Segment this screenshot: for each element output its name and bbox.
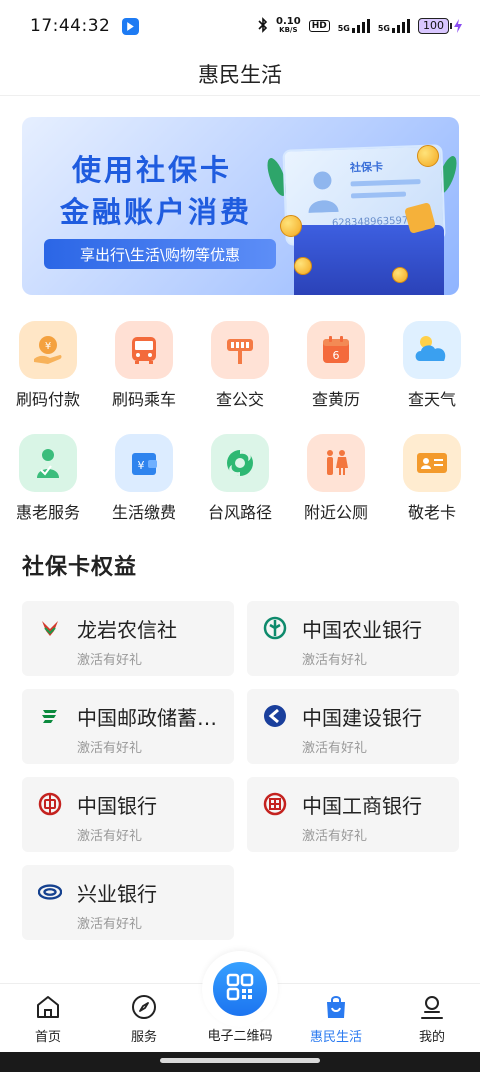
elder-icon: [19, 434, 77, 492]
service-label: 附近公厕: [303, 503, 368, 522]
bank-subtitle: 激活有好礼: [302, 829, 368, 844]
status-time: 17:44:32: [30, 16, 111, 36]
service-label: 敬老卡: [407, 503, 456, 522]
service-label: 查公交: [215, 390, 264, 409]
hd-badge: HD: [308, 20, 330, 32]
notification-app-icon: [122, 17, 140, 35]
bank-subtitle: 激活有好礼: [77, 829, 143, 844]
tab-life[interactable]: 惠民生活: [288, 984, 384, 1053]
bank-card-abc[interactable]: 中国农业银行 激活有好礼: [247, 601, 459, 676]
bank-subtitle: 激活有好礼: [77, 741, 143, 756]
bank-subtitle: 激活有好礼: [77, 917, 143, 932]
psbc-logo-icon: [38, 704, 62, 728]
service-label: 查天气: [407, 390, 456, 409]
service-label: 刷码乘车: [111, 390, 176, 409]
signal-1-icon: 5G: [338, 19, 370, 33]
podium-illustration: [294, 225, 444, 295]
tab-qr-code[interactable]: [213, 962, 267, 1016]
bank-card-icbc[interactable]: 中国工商银行 激活有好礼: [247, 777, 459, 852]
header: 惠民生活: [0, 52, 480, 96]
bank-name: 中国工商银行: [302, 794, 422, 818]
bank-card-boc[interactable]: 中国银行 激活有好礼: [22, 777, 234, 852]
service-pay-qr[interactable]: ¥ 刷码付款: [0, 320, 96, 430]
svg-text:¥: ¥: [138, 459, 145, 472]
abc-logo-icon: [263, 616, 287, 640]
service-label: 惠老服务: [15, 503, 80, 522]
signal-2-icon: 5G: [378, 19, 410, 33]
compass-icon: [129, 992, 159, 1022]
tab-label: 惠民生活: [309, 1030, 362, 1045]
typhoon-icon: [211, 434, 269, 492]
service-utilities[interactable]: ¥ 生活缴费: [96, 433, 192, 543]
status-bar: 17:44:32 0.10 KB/S HD 5G 5G 100: [0, 0, 480, 52]
battery-icon: 100: [418, 18, 462, 34]
home-indicator[interactable]: [160, 1058, 320, 1063]
bluetooth-icon: [258, 16, 268, 36]
shopping-bag-icon: [321, 992, 351, 1022]
tab-mine[interactable]: 我的: [384, 984, 480, 1053]
service-label: 生活缴费: [111, 503, 176, 522]
service-bus-query[interactable]: 查公交: [192, 320, 288, 430]
bank-subtitle: 激活有好礼: [77, 653, 143, 668]
qr-code-icon: [225, 972, 255, 1006]
ccb-logo-icon: [263, 704, 287, 728]
home-icon: [33, 992, 63, 1022]
bank-card-longyan[interactable]: 龙岩农信社 激活有好礼: [22, 601, 234, 676]
service-bus-qr[interactable]: 刷码乘车: [96, 320, 192, 430]
bank-card-ccb[interactable]: 中国建设银行 激活有好礼: [247, 689, 459, 764]
banner-title-line1: 使用社保卡: [72, 153, 233, 187]
banner-tag: 享出行\生活\购物等优惠: [44, 239, 276, 269]
service-weather[interactable]: 查天气: [384, 320, 480, 430]
bank-card-cib[interactable]: 兴业银行 激活有好礼: [22, 865, 234, 940]
bank-card-psbc[interactable]: 中国邮政储蓄银行 激活有好礼: [22, 689, 234, 764]
boc-logo-icon: [38, 792, 62, 816]
tab-home[interactable]: 首页: [0, 984, 96, 1053]
service-label: 查黄历: [311, 390, 360, 409]
banner-title-line2: 金融账户消费: [60, 195, 253, 229]
bank-subtitle: 激活有好礼: [302, 741, 368, 756]
page-title: 惠民生活: [198, 62, 282, 87]
weather-icon: [403, 321, 461, 379]
bus-stop-icon: [211, 321, 269, 379]
user-icon: [417, 992, 447, 1022]
service-toilet[interactable]: 附近公厕: [288, 433, 384, 543]
banner-card-name: 社保卡: [349, 160, 384, 175]
service-typhoon[interactable]: 台风路径: [192, 433, 288, 543]
tab-label: 服务: [130, 1030, 157, 1045]
bank-subtitle: 激活有好礼: [302, 653, 368, 668]
longyan-rcc-logo-icon: [38, 616, 62, 640]
icbc-logo-icon: [263, 792, 287, 816]
bank-name: 中国农业银行: [302, 618, 422, 642]
bank-name: 兴业银行: [77, 882, 157, 906]
coin-icon: [280, 215, 302, 237]
wallet-icon: ¥: [115, 434, 173, 492]
calendar-icon: 6: [307, 321, 365, 379]
service-label: 刷码付款: [15, 390, 80, 409]
elder-card-icon: [403, 434, 461, 492]
pay-hand-icon: ¥: [19, 321, 77, 379]
bus-icon: [115, 321, 173, 379]
net-speed: 0.10 KB/S: [276, 16, 301, 35]
service-elder[interactable]: 惠老服务: [0, 433, 96, 543]
promo-banner[interactable]: 使用社保卡 金融账户消费 享出行\生活\购物等优惠 社保卡 6283489635…: [22, 117, 459, 295]
service-almanac[interactable]: 6 查黄历: [288, 320, 384, 430]
svg-text:6: 6: [333, 349, 340, 362]
tab-services[interactable]: 服务: [96, 984, 192, 1053]
service-elder-card[interactable]: 敬老卡: [384, 433, 480, 543]
tab-label: 电子二维码: [207, 1029, 273, 1044]
svg-text:¥: ¥: [45, 341, 51, 352]
bank-name: 龙岩农信社: [77, 618, 177, 642]
bank-name: 中国银行: [77, 794, 157, 818]
tab-label: 我的: [418, 1030, 445, 1045]
bank-name: 中国邮政储蓄银行: [77, 706, 227, 730]
bank-name: 中国建设银行: [302, 706, 422, 730]
service-label: 台风路径: [207, 503, 272, 522]
section-title: 社保卡权益: [22, 555, 138, 580]
coin-icon: [417, 145, 439, 167]
coin-icon: [294, 257, 312, 275]
toilet-icon: [307, 434, 365, 492]
tab-label: 首页: [34, 1030, 61, 1045]
coin-icon: [392, 267, 408, 283]
cib-logo-icon: [38, 880, 62, 904]
